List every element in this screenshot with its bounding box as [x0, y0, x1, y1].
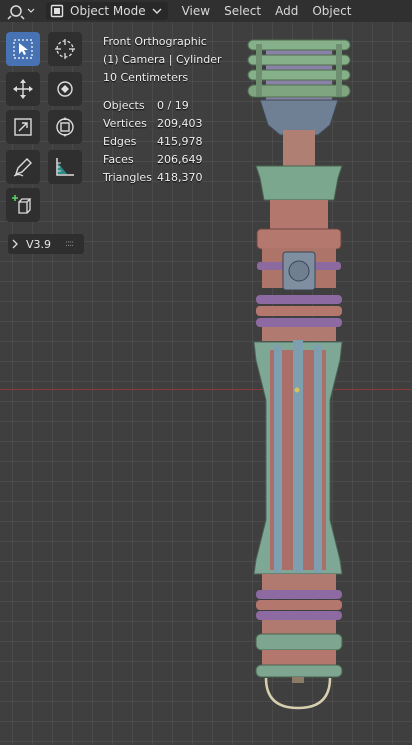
hilt-teal-cup [255, 165, 343, 201]
stat-label: Triangles [103, 171, 152, 184]
hilt-ring-band-3 [256, 318, 342, 327]
stat-row: Faces 206,649 [103, 151, 203, 169]
transform-icon [56, 117, 74, 137]
object-mode-label: Object Mode [70, 4, 146, 18]
cursor-box-icon [13, 39, 33, 59]
hilt-control-knob [288, 260, 310, 282]
stat-value: 209,403 [157, 117, 203, 130]
stat-value: 418,370 [157, 171, 203, 184]
cursor-tool[interactable] [48, 32, 82, 66]
view-name: Front Orthographic [103, 35, 207, 48]
stat-row: Triangles 418,370 [103, 169, 203, 187]
hilt-copper-ring-low [256, 600, 342, 610]
hilt-grip-bar-left [274, 345, 282, 573]
scene-statistics: Objects 0 / 19 Vertices 209,403 Edges 41… [103, 97, 203, 187]
hilt-ring-band-4 [262, 327, 336, 341]
drag-handle-icon[interactable]: :::: [65, 239, 74, 249]
stat-row: Edges 415,978 [103, 133, 203, 151]
chevron-down-icon [152, 8, 162, 14]
ruler-icon [56, 158, 74, 176]
editor-type-icon [7, 5, 35, 20]
stat-label: Vertices [103, 117, 147, 130]
hilt-vent-strut-left [256, 44, 262, 96]
version-label: V3.9 [26, 237, 52, 251]
pencil-icon [13, 158, 32, 177]
hilt-vent-ring-3 [247, 69, 351, 81]
move-arrows-icon [13, 79, 33, 99]
menu-select[interactable]: Select [224, 4, 261, 18]
hilt-grip-rivet [294, 387, 300, 393]
annotate-tool[interactable] [6, 150, 40, 184]
hilt-vent-ring-1 [247, 39, 351, 51]
scale-line: 10 Centimeters [103, 71, 189, 84]
menu-object[interactable]: Object [312, 4, 351, 18]
hilt-ring-band-1 [256, 295, 342, 304]
move-tool[interactable] [6, 72, 40, 106]
stat-row: Objects 0 / 19 [103, 97, 203, 115]
scale-icon [14, 118, 32, 136]
viewport-header: Object Mode View Select Add Object [0, 0, 412, 22]
hilt-pommel-ring [255, 633, 343, 651]
crosshair-icon [55, 39, 75, 59]
hilt-upper-body [270, 200, 328, 230]
hilt-purple-ring-low-2 [256, 611, 342, 620]
hilt-neck [283, 130, 315, 166]
object-mode-select[interactable]: Object Mode [46, 2, 168, 20]
collection-line: (1) Camera | Cylinder [103, 53, 222, 66]
hilt-grip-bar-center [293, 340, 303, 572]
hilt-vent-ring-2 [247, 54, 351, 66]
measure-tool[interactable] [48, 150, 82, 184]
add-cube-icon [12, 195, 32, 214]
hilt-pommel-cap [255, 664, 343, 678]
transform-tool[interactable] [48, 110, 82, 144]
stat-row: Vertices 209,403 [103, 115, 203, 133]
stat-label: Edges [103, 135, 137, 148]
stat-label: Faces [103, 153, 134, 166]
menu-view[interactable]: View [182, 4, 210, 18]
viewport-info: Front Orthographic (1) Camera | Cylinder… [103, 33, 222, 87]
add-cube-tool[interactable] [6, 188, 40, 222]
stat-value: 0 / 19 [157, 99, 189, 112]
stat-label: Objects [103, 99, 145, 112]
object-mode-icon [50, 4, 64, 18]
scale-tool[interactable] [6, 110, 40, 144]
stat-value: 415,978 [157, 135, 203, 148]
hilt-bail-post [292, 677, 304, 683]
editor-type-button[interactable] [6, 2, 36, 20]
chevron-right-icon [12, 239, 18, 249]
version-panel-toggle[interactable]: V3.9 :::: [8, 234, 84, 254]
select-box-tool[interactable] [6, 32, 40, 66]
hilt-lower-body [262, 574, 336, 590]
hilt-vent-ring-4 [247, 84, 351, 98]
hilt-emitter-claws [259, 99, 339, 136]
hilt-ring-band-2 [256, 306, 342, 316]
hilt-grip-bar-right [314, 345, 322, 573]
hilt-upper-band [256, 228, 342, 250]
stat-value: 206,649 [157, 153, 203, 166]
hilt-purple-ring-low-1 [256, 590, 342, 599]
rotate-tool[interactable] [48, 72, 82, 106]
hilt-vent-strut-right [336, 44, 342, 96]
rotate-icon [57, 81, 73, 97]
menu-add[interactable]: Add [275, 4, 298, 18]
